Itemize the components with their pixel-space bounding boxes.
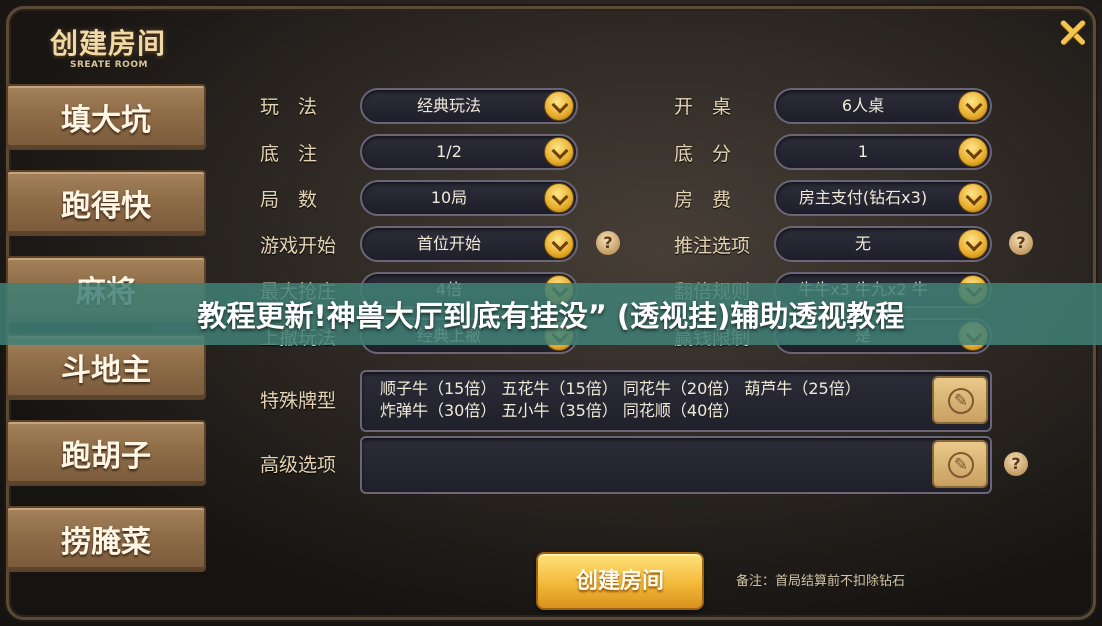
chevron-down-icon [544, 137, 574, 167]
select-value: 10局 [430, 188, 468, 207]
pin-icon: ✎ [948, 452, 974, 478]
label-difen: 底 分 [674, 143, 732, 165]
chevron-down-icon [958, 229, 988, 259]
chevron-down-icon [544, 229, 574, 259]
edit-special-button[interactable]: ✎ [932, 376, 988, 424]
select-value: 1 [857, 142, 869, 161]
label-jushu: 局 数 [260, 189, 318, 211]
select-dizhu[interactable]: 1/2 [360, 134, 578, 170]
close-icon[interactable] [1054, 14, 1092, 52]
dialog-frame: 创建房间 SREATE ROOM 填大坑 跑得快 麻将 斗地主 跑胡子 捞腌菜 … [0, 0, 1102, 626]
label-special: 特殊牌型 [260, 390, 337, 412]
sidebar-item-laoyancai[interactable]: 捞腌菜 [6, 506, 206, 572]
overlay-banner: 教程更新!神兽大厅到底有挂没” (透视挂)辅助透视教程 [0, 283, 1102, 345]
sidebar-item-paodekuai[interactable]: 跑得快 [6, 170, 206, 236]
edit-advanced-button[interactable]: ✎ [932, 440, 988, 488]
select-value: 房主支付(钻石x3) [798, 188, 928, 207]
dialog-title: 创建房间 [50, 27, 167, 60]
dialog-subtitle: SREATE ROOM [70, 60, 148, 70]
create-room-button[interactable]: 创建房间 [536, 552, 704, 610]
select-tuizhu[interactable]: 无 [774, 226, 992, 262]
select-difen[interactable]: 1 [774, 134, 992, 170]
select-wanfa[interactable]: 经典玩法 [360, 88, 578, 124]
footer-note: 备注：首局结算前不扣除钻石 [736, 574, 906, 589]
label-tuizhu: 推注选项 [674, 235, 751, 257]
pin-icon: ✎ [948, 388, 974, 414]
select-value: 经典玩法 [416, 96, 481, 115]
select-kaizhuo[interactable]: 6人桌 [774, 88, 992, 124]
label-wanfa: 玩 法 [260, 96, 318, 118]
title-plate: 创建房间 SREATE ROOM [22, 8, 197, 72]
banner-text: 教程更新!神兽大厅到底有挂没” (透视挂)辅助透视教程 [197, 299, 905, 333]
select-value: 无 [854, 234, 871, 253]
sidebar-item-paohuzi[interactable]: 跑胡子 [6, 420, 206, 486]
label-kaizhuo: 开 桌 [674, 96, 732, 118]
select-value: 6人桌 [841, 96, 885, 115]
help-icon[interactable]: ? [1009, 231, 1033, 255]
chevron-down-icon [544, 183, 574, 213]
chevron-down-icon [958, 137, 988, 167]
select-jushu[interactable]: 10局 [360, 180, 578, 216]
select-value: 首位开始 [416, 234, 481, 253]
special-card-types-field[interactable]: 顺子牛（15倍） 五花牛（15倍） 同花牛（20倍） 葫芦牛（25倍） 炸弹牛（… [360, 370, 992, 432]
advanced-options-field[interactable] [360, 436, 992, 494]
chevron-down-icon [958, 183, 988, 213]
chevron-down-icon [544, 91, 574, 121]
label-game-start: 游戏开始 [260, 235, 337, 257]
sidebar-item-tiandakeng[interactable]: 填大坑 [6, 84, 206, 150]
select-fangfei[interactable]: 房主支付(钻石x3) [774, 180, 992, 216]
special-line-1: 顺子牛（15倍） 五花牛（15倍） 同花牛（20倍） 葫芦牛（25倍） [380, 379, 861, 398]
label-dizhu: 底 注 [260, 143, 318, 165]
chevron-down-icon [958, 91, 988, 121]
help-icon[interactable]: ? [596, 231, 620, 255]
select-game-start[interactable]: 首位开始 [360, 226, 578, 262]
label-advanced: 高级选项 [260, 454, 337, 476]
label-fangfei: 房 费 [674, 189, 732, 211]
help-icon[interactable]: ? [1004, 452, 1028, 476]
select-value: 1/2 [436, 142, 462, 161]
special-line-2: 炸弹牛（30倍） 五小牛（35倍） 同花顺（40倍） [380, 401, 740, 420]
